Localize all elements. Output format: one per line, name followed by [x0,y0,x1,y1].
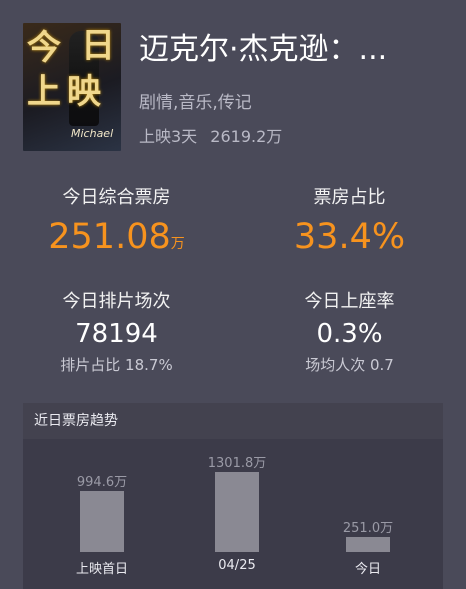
movie-poster[interactable]: 今 日 上 映 Michael [23,23,121,151]
trend-bar-category: 04/25 [218,558,256,573]
today-box-unit: 万 [170,236,185,252]
poster-char: 上 [27,72,61,112]
movie-genre: 剧情,音乐,传记 [139,93,252,113]
movie-title: 迈克尔·杰克逊：... [139,32,388,67]
box-share-value: 33.4% [293,217,406,257]
trend-bar-category: 上映首日 [75,562,128,577]
avg-attendance: 场均人次 0.7 [305,356,394,374]
today-box-label: 今日综合票房 [62,187,171,208]
trend-bar [215,472,259,552]
poster-char: 映 [67,72,101,112]
trend-bar-value: 251.0万 [342,521,394,536]
screenings-value: 78194 [75,319,158,349]
total-gross: 2619.2万 [210,127,283,146]
movie-header[interactable]: 今 日 上 映 Michael 迈克尔·杰克逊：... 剧情,音乐,传记 上映3… [0,0,466,165]
trend-bar [80,491,124,552]
trend-bar [346,537,390,552]
box-share-stat: 票房占比 33.4% [233,183,466,259]
today-box-value: 251.08万 [48,217,185,257]
today-box-stat: 今日综合票房 251.08万 [0,183,233,266]
poster-signature: Michael [71,127,114,140]
trend-bar-value: 1301.8万 [207,456,267,471]
poster-char: 今 [27,28,61,68]
trend-title: 近日票房趋势 [23,403,443,439]
poster-char: 日 [81,26,115,66]
box-share-label: 票房占比 [313,187,386,208]
occupancy-stat: 今日上座率 0.3% 场均人次 0.7 [233,287,466,375]
trend-bar-category: 今日 [354,562,381,577]
occupancy-label: 今日上座率 [304,291,395,312]
trend-bar-value: 994.6万 [76,475,128,490]
screenings-stat: 今日排片场次 78194 排片占比 18.7% [0,287,233,375]
release-days: 上映3天 [139,127,198,146]
screenings-label: 今日排片场次 [62,291,171,312]
occupancy-value: 0.3% [316,319,383,349]
movie-meta: 上映3天 2619.2万 [139,123,282,147]
trend-panel: 近日票房趋势 994.6万 上映首日 1301.8万 04/25 251.0万 今日 [23,403,443,589]
screenings-share: 排片占比 18.7% [60,356,173,374]
